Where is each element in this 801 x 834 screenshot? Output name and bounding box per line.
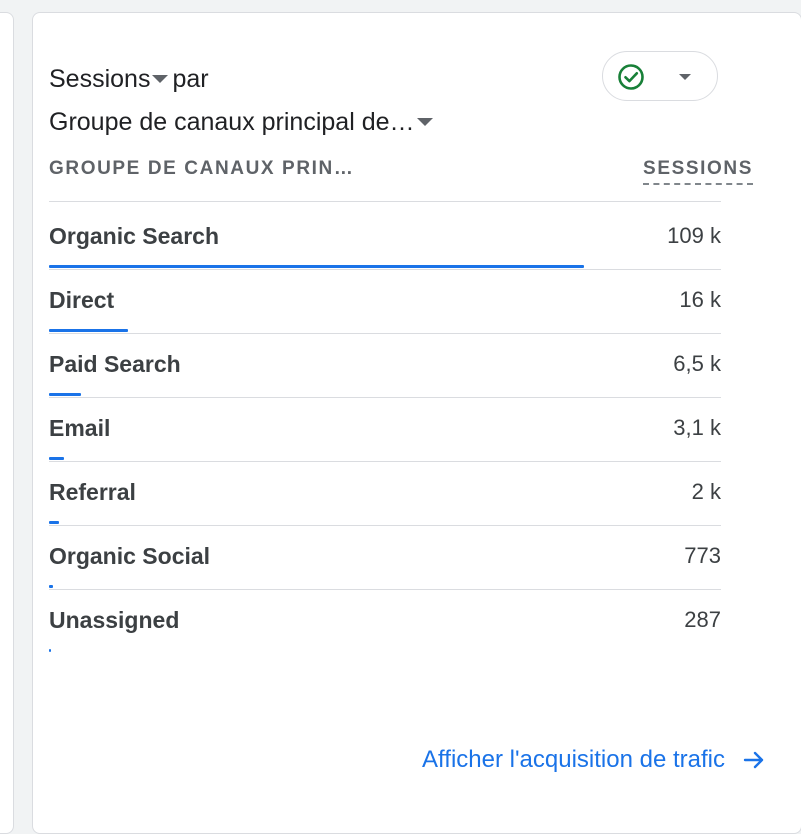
card-title-line-1: Sessions par <box>49 64 209 94</box>
sessions-value: 16 k <box>679 287 721 312</box>
sessions-value: 109 k <box>667 223 721 248</box>
channel-name: Unassigned <box>49 607 180 633</box>
dimension-column-header: GROUPE DE CANAUX PRIN… <box>49 158 355 179</box>
channel-name: Direct <box>49 287 115 313</box>
caret-down-icon <box>152 74 169 83</box>
table-row[interactable]: Organic Search 109 k <box>49 204 721 270</box>
channel-name: Organic Search <box>49 223 220 249</box>
chevron-down-icon <box>679 74 691 80</box>
table-row[interactable]: Direct 16 k <box>49 268 721 334</box>
previous-card-edge <box>0 12 14 834</box>
metric-label: Sessions <box>49 65 151 93</box>
sessions-value: 2 k <box>691 479 721 504</box>
sessions-value: 6,5 k <box>673 351 721 376</box>
dimension-label: Groupe de canaux principal de… <box>49 108 415 136</box>
dimension-selector[interactable]: Groupe de canaux principal de… <box>49 108 433 136</box>
table-row[interactable]: Email 3,1 k <box>49 396 721 462</box>
header-divider <box>49 201 721 202</box>
sessions-column-header[interactable]: SESSIONS <box>643 158 753 185</box>
sessions-value: 773 <box>684 543 721 568</box>
view-traffic-acquisition-link[interactable]: Afficher l'acquisition de trafic <box>422 746 765 774</box>
share-bar <box>49 649 51 652</box>
data-quality-status-button[interactable] <box>602 51 718 101</box>
caret-down-icon <box>416 117 433 126</box>
table-row[interactable]: Organic Social 773 <box>49 524 721 590</box>
channel-name: Organic Social <box>49 543 211 569</box>
table-row[interactable]: Unassigned 287 <box>49 588 721 652</box>
view-traffic-acquisition-label: Afficher l'acquisition de trafic <box>422 746 725 773</box>
card-title-line-2: Groupe de canaux principal de… <box>49 107 433 137</box>
table-row[interactable]: Referral 2 k <box>49 460 721 526</box>
metric-selector[interactable]: Sessions <box>49 65 169 93</box>
channel-name: Referral <box>49 479 136 505</box>
table-row[interactable]: Paid Search 6,5 k <box>49 332 721 398</box>
check-circle-icon <box>618 64 644 90</box>
channel-name: Paid Search <box>49 351 181 377</box>
par-label: par <box>172 65 209 93</box>
sessions-value: 287 <box>684 607 721 632</box>
arrow-right-icon <box>743 751 764 769</box>
channel-name: Email <box>49 415 111 441</box>
sessions-value: 3,1 k <box>673 415 721 440</box>
